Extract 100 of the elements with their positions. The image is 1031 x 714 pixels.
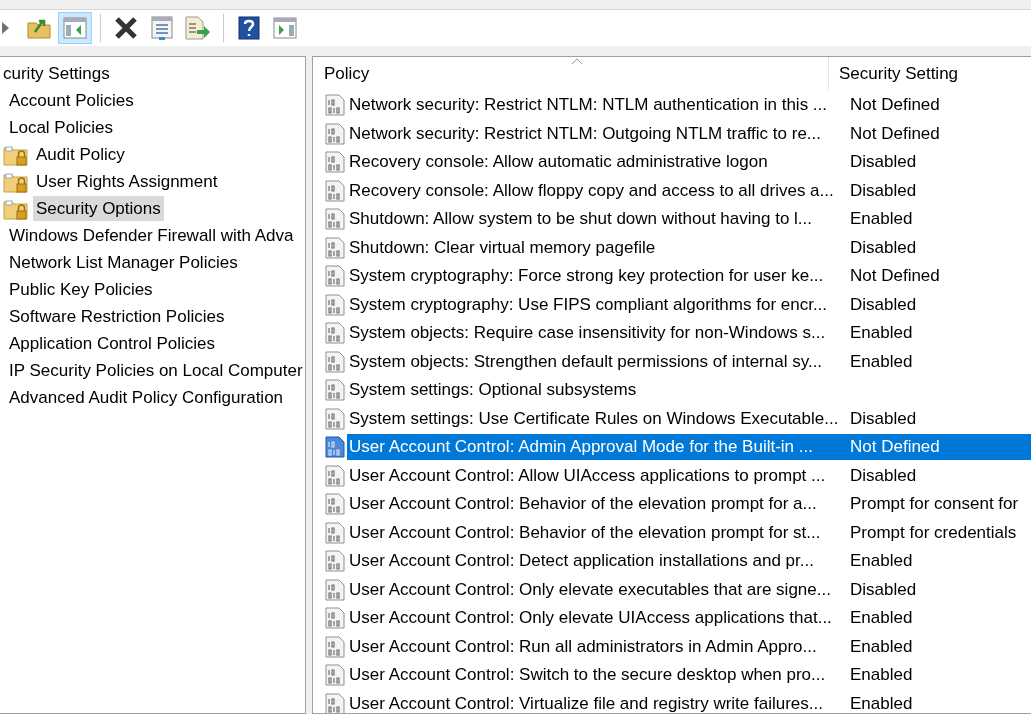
- policy-row[interactable]: User Account Control: Allow UIAccess applications to prompt ... Disabled: [347, 462, 1031, 489]
- locked-folder-icon: [3, 143, 29, 166]
- policy-row[interactable]: User Account Control: Switch to the secure desktop when pro... Enabled: [347, 662, 1031, 689]
- policy-name: User Account Control: Switch to the secure desktop when pro...: [348, 665, 827, 686]
- policy-name: User Account Control: Allow UIAccess applications to prompt ...: [348, 465, 827, 486]
- tree-item[interactable]: Public Key Policies: [6, 277, 156, 302]
- help-icon[interactable]: [238, 16, 260, 40]
- tree-item[interactable]: User Rights Assignment: [33, 169, 221, 194]
- policy-name: System settings: Use Certificate Rules on Windows Executable...: [348, 408, 840, 429]
- security-setting: Not Defined: [849, 437, 941, 458]
- policy-document-icon: [325, 578, 345, 601]
- policy-row[interactable]: System settings: Use Certificate Rules on Windows Executable... Disabled: [347, 405, 1031, 432]
- policy-document-icon: [325, 151, 345, 174]
- tree-item[interactable]: Local Policies: [6, 115, 116, 140]
- policy-document-icon: [325, 350, 345, 373]
- policy-row[interactable]: Network security: Restrict NTLM: Outgoing NTLM traffic to re... Not Defined: [347, 120, 1031, 147]
- policy-row[interactable]: User Account Control: Behavior of the elevation prompt for a... Prompt for consent for: [347, 491, 1031, 518]
- policy-document-icon: [325, 464, 345, 487]
- tree-pane-icon[interactable]: [63, 17, 87, 39]
- policy-row[interactable]: System cryptography: Use FIPS compliant algorithms for encr... Disabled: [347, 291, 1031, 318]
- policy-name: User Account Control: Behavior of the elevation prompt for st...: [348, 522, 822, 543]
- policy-document-icon: [325, 521, 345, 544]
- policy-row[interactable]: Shutdown: Allow system to be shut down without having to l... Enabled: [347, 206, 1031, 233]
- policy-row[interactable]: System objects: Require case insensitivity for non-Windows s... Enabled: [347, 320, 1031, 347]
- policy-name: Shutdown: Clear virtual memory pagefile: [348, 237, 657, 258]
- policy-document-icon: [325, 179, 345, 202]
- tree-item[interactable]: Software Restriction Policies: [6, 304, 228, 329]
- policy-name: User Account Control: Admin Approval Mode for the Built-in ...: [348, 437, 814, 458]
- tree-item[interactable]: Windows Defender Firewall with Adva: [6, 223, 297, 248]
- security-setting: Enabled: [849, 351, 914, 372]
- policy-document-icon: [325, 607, 345, 630]
- policy-row[interactable]: System objects: Strengthen default permissions of internal sy... Enabled: [347, 348, 1031, 375]
- policy-name: User Account Control: Run all administrators in Admin Appro...: [348, 636, 818, 657]
- policy-row[interactable]: Network security: Restrict NTLM: NTLM authentication in this ... Not Defined: [347, 92, 1031, 119]
- policy-name: Network security: Restrict NTLM: Outgoing NTLM traffic to re...: [348, 123, 823, 144]
- policy-row[interactable]: User Account Control: Behavior of the elevation prompt for st... Prompt for credentials: [347, 519, 1031, 546]
- policy-name: Shutdown: Allow system to be shut down without having to l...: [348, 209, 814, 230]
- security-setting: Prompt for credentials: [849, 522, 1018, 543]
- policy-name: System cryptography: Force strong key protection for user ke...: [348, 266, 825, 287]
- policy-row[interactable]: User Account Control: Only elevate UIAccess applications that... Enabled: [347, 605, 1031, 632]
- policy-document-icon: [325, 94, 345, 117]
- security-setting: Enabled: [849, 693, 914, 713]
- column-header[interactable]: Security Setting: [828, 57, 1031, 91]
- policy-name: User Account Control: Only elevate executables that are signe...: [348, 579, 832, 600]
- policy-document-icon: [325, 436, 345, 459]
- tree-item[interactable]: curity Settings: [0, 61, 113, 86]
- security-setting: Disabled: [849, 180, 918, 201]
- export-list-icon[interactable]: [185, 16, 211, 40]
- policy-row[interactable]: User Account Control: Detect application installations and pr... Enabled: [347, 548, 1031, 575]
- tree-item[interactable]: IP Security Policies on Local Computer: [6, 358, 305, 383]
- policy-document-icon: [325, 407, 345, 430]
- tree-item[interactable]: Audit Policy: [33, 142, 128, 167]
- security-setting: Disabled: [849, 237, 918, 258]
- security-setting: Disabled: [849, 152, 918, 173]
- close-icon[interactable]: [114, 16, 138, 40]
- policy-document-icon: [325, 122, 345, 145]
- policy-document-icon: [325, 293, 345, 316]
- properties-icon[interactable]: [151, 16, 173, 40]
- policy-name: System objects: Strengthen default permissions of internal sy...: [348, 351, 824, 372]
- security-setting: Not Defined: [849, 95, 941, 116]
- policy-row[interactable]: System settings: Optional subsystems: [347, 377, 1031, 404]
- policy-document-icon: [325, 236, 345, 259]
- policy-document-icon: [325, 322, 345, 345]
- policy-name: System objects: Require case insensitivity for non-Windows s...: [348, 323, 827, 344]
- security-setting: Enabled: [849, 209, 914, 230]
- policy-document-icon: [325, 635, 345, 658]
- policy-row[interactable]: User Account Control: Virtualize file and registry write failures... Enabled: [347, 690, 1031, 713]
- locked-folder-icon: [3, 170, 29, 193]
- policy-name: Network security: Restrict NTLM: NTLM authentication in this ...: [348, 95, 829, 116]
- policy-row[interactable]: User Account Control: Only elevate executables that are signe... Disabled: [347, 576, 1031, 603]
- action-pane-icon[interactable]: [273, 17, 297, 39]
- policy-name: System settings: Optional subsystems: [348, 380, 638, 401]
- policy-document-icon: [325, 550, 345, 573]
- policy-row[interactable]: System cryptography: Force strong key protection for user ke... Not Defined: [347, 263, 1031, 290]
- tree-item[interactable]: Advanced Audit Policy Configuration: [6, 385, 287, 410]
- policy-row[interactable]: Shutdown: Clear virtual memory pagefile Disabled: [347, 234, 1031, 261]
- policy-row[interactable]: User Account Control: Run all administrators in Admin Appro... Enabled: [347, 633, 1031, 660]
- policy-document-icon: [325, 208, 345, 231]
- security-setting: Enabled: [849, 323, 914, 344]
- tree-item[interactable]: Account Policies: [6, 88, 137, 113]
- policy-name: System cryptography: Use FIPS compliant algorithms for encr...: [348, 294, 829, 315]
- tree-item[interactable]: Security Options: [33, 196, 164, 221]
- tree-item[interactable]: Application Control Policies: [6, 331, 218, 356]
- security-setting: Disabled: [849, 294, 918, 315]
- policy-name: User Account Control: Only elevate UIAccess applications that...: [348, 608, 833, 629]
- policy-name: User Account Control: Behavior of the elevation prompt for a...: [348, 494, 818, 515]
- policy-name: User Account Control: Detect application installations and pr...: [348, 551, 815, 572]
- policy-row[interactable]: Recovery console: Allow automatic administrative logon Disabled: [347, 149, 1031, 176]
- security-setting: Enabled: [849, 636, 914, 657]
- tree-item[interactable]: Network List Manager Policies: [6, 250, 241, 275]
- back-arrow-icon[interactable]: [2, 20, 10, 36]
- policy-name: Recovery console: Allow floppy copy and access to all drives a...: [348, 180, 835, 201]
- policy-row[interactable]: User Account Control: Admin Approval Mode for the Built-in ... Not Defined: [347, 434, 1031, 461]
- policy-row[interactable]: Recovery console: Allow floppy copy and access to all drives a... Disabled: [347, 177, 1031, 204]
- policy-document-icon: [325, 664, 345, 687]
- policy-name: User Account Control: Virtualize file and registry write failures...: [348, 693, 824, 713]
- security-setting: Enabled: [849, 665, 914, 686]
- column-header[interactable]: Policy: [313, 64, 828, 84]
- security-setting: Prompt for consent for: [849, 494, 1020, 515]
- security-setting: Disabled: [849, 579, 918, 600]
